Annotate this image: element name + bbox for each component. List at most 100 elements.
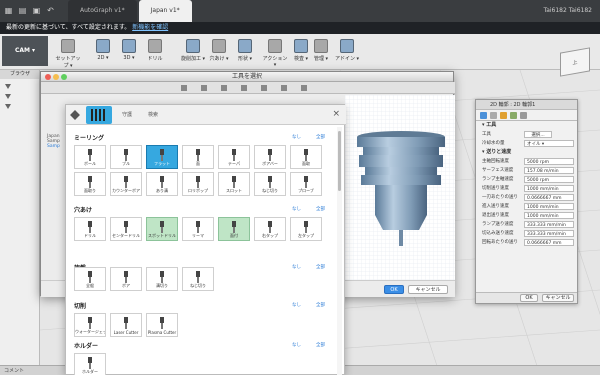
select-all-link[interactable]: 全部	[316, 302, 325, 308]
shape-tool[interactable]: 形状 ▾	[232, 37, 258, 67]
tab-search[interactable]: 検索	[144, 105, 162, 125]
select-all-link[interactable]: 全部	[316, 134, 325, 140]
tool-type-cell[interactable]: あり溝	[146, 172, 178, 196]
undo-icon[interactable]: ↶	[46, 6, 55, 15]
expand-icon[interactable]	[5, 94, 11, 99]
feed-row-value[interactable]: 0.0666667 mm	[524, 194, 574, 201]
tool-type-cell[interactable]: センタードリル	[110, 217, 142, 241]
filter-icon[interactable]	[70, 110, 80, 120]
hole-tool[interactable]: 穴あけ ▾	[206, 37, 232, 67]
tool-type-cell[interactable]: スロット	[218, 172, 250, 196]
apps-grid-icon[interactable]: ▦	[4, 6, 13, 15]
tool-tab-icon[interactable]	[480, 112, 487, 119]
tool-type-cell[interactable]: フラット	[146, 145, 178, 169]
cancel-button[interactable]: キャンセル	[542, 294, 574, 302]
feed-row-value[interactable]: 1000 mm/min	[524, 185, 574, 192]
select-all-link[interactable]: 全部	[316, 206, 325, 212]
tool-type-cell[interactable]: ボア	[110, 267, 142, 291]
tool-icon	[160, 176, 164, 188]
feed-row-value[interactable]: 5000 rpm	[524, 176, 574, 183]
tab-guard[interactable]: 守護	[118, 105, 136, 125]
tool-select-button[interactable]: 選択...	[524, 131, 552, 138]
select-all-link[interactable]: 全部	[316, 342, 325, 348]
tool-type-filter[interactable]	[86, 106, 112, 124]
addins-tool[interactable]: アドイン ▾	[334, 37, 360, 67]
feed-section[interactable]: ▾ 送りと速度	[476, 148, 577, 157]
sheet-scrollbar[interactable]	[337, 127, 342, 375]
tool-type-cell[interactable]: 面取り	[74, 172, 106, 196]
drill-tool[interactable]: ドリル	[142, 37, 168, 67]
tool-type-cell[interactable]: 全般	[74, 267, 106, 291]
ok-button[interactable]: OK	[520, 294, 538, 302]
library-item[interactable]: Samp	[47, 144, 65, 149]
2d-tool[interactable]: 2D ▾	[90, 37, 116, 67]
tool-type-cell[interactable]: ドリル	[74, 217, 106, 241]
tool-type-cell[interactable]: Laser Cutter	[110, 313, 142, 337]
zoom-icon[interactable]	[61, 74, 67, 80]
feed-row-label: 進入送り速度	[482, 204, 509, 209]
tool-type-cell[interactable]: ホルダー	[74, 353, 106, 375]
feed-row-value[interactable]: 1000 mm/min	[524, 212, 574, 219]
3d-icon	[122, 39, 136, 53]
heights-tab-icon[interactable]	[500, 112, 507, 119]
coolant-dropdown[interactable]: オイル ▾	[524, 140, 574, 147]
save-icon[interactable]: ▣	[32, 6, 41, 15]
feed-row-value[interactable]: 5000 rpm	[524, 158, 574, 165]
select-none-link[interactable]: なし	[292, 302, 301, 308]
tool-type-cell[interactable]: 溝切り	[146, 267, 178, 291]
tool-type-cell[interactable]: 面取	[290, 145, 322, 169]
tool-type-cell[interactable]: 右タップ	[254, 217, 286, 241]
select-none-link[interactable]: なし	[292, 134, 301, 140]
feed-row-value[interactable]: 333.333 mm/min	[524, 230, 574, 237]
tab-japan[interactable]: Japan v1*	[138, 0, 192, 22]
manage-tool[interactable]: 管理 ▾	[308, 37, 334, 67]
tool-type-cell[interactable]: 面	[182, 145, 214, 169]
tool-type-cell[interactable]: Plasma Cutter	[146, 313, 178, 337]
tool-type-cell[interactable]: ボアバー	[254, 145, 286, 169]
turning-tool[interactable]: 旋削加工 ▾	[180, 37, 206, 67]
tool-type-cell[interactable]: ねじ切り	[182, 267, 214, 291]
tool-type-cell[interactable]: ブル	[110, 145, 142, 169]
dialog-ok-button[interactable]: OK	[384, 285, 404, 294]
linking-tab-icon[interactable]	[520, 112, 527, 119]
category-label: 切削	[74, 303, 87, 310]
workspace-switcher[interactable]: CAM ▾	[2, 36, 48, 66]
expand-icon[interactable]	[5, 84, 11, 89]
tool-type-cell[interactable]: スポットドリル	[146, 217, 178, 241]
tool-type-cell[interactable]: カウンターボア	[110, 172, 142, 196]
close-icon[interactable]	[45, 74, 51, 80]
3d-tool[interactable]: 3D ▾	[116, 37, 142, 67]
tool-type-cell[interactable]: ねじ切り	[254, 172, 286, 196]
feed-row-value[interactable]: 333.333 mm/min	[524, 221, 574, 228]
tool-type-cell[interactable]: ボール	[74, 145, 106, 169]
geometry-tab-icon[interactable]	[490, 112, 497, 119]
passes-tab-icon[interactable]	[510, 112, 517, 119]
feed-row-value[interactable]: 1000 mm/min	[524, 203, 574, 210]
select-none-link[interactable]: なし	[292, 342, 301, 348]
action-tool[interactable]: アクション ▾	[262, 37, 288, 68]
shape-label: 形状 ▾	[237, 56, 253, 62]
tool-type-cell[interactable]: ロリポップ	[182, 172, 214, 196]
tool-type-cell[interactable]: プローブ	[290, 172, 322, 196]
expand-icon[interactable]	[5, 104, 11, 109]
select-none-link[interactable]: なし	[292, 206, 301, 212]
minimize-icon[interactable]	[53, 74, 59, 80]
close-icon[interactable]: ×	[332, 109, 340, 119]
tool-section[interactable]: ▾ 工具	[476, 121, 577, 130]
tool-type-cell[interactable]: 左タップ	[290, 217, 322, 241]
user-name[interactable]: Tai6182 Tai6182	[544, 0, 592, 22]
tool-type-label: ドリル	[84, 233, 96, 238]
dialog-cancel-button[interactable]: キャンセル	[408, 285, 448, 294]
tab-autograph[interactable]: AutoGraph v1*	[68, 0, 137, 22]
whats-new-link[interactable]: 新機能を確認	[132, 24, 168, 31]
tool-type-cell[interactable]: 面付	[218, 217, 250, 241]
feed-row-value[interactable]: 157.08 m/min	[524, 167, 574, 174]
feed-row-value[interactable]: 0.0666667 mm	[524, 239, 574, 246]
tool-type-cell[interactable]: リーマ	[182, 217, 214, 241]
file-icon[interactable]: ▤	[18, 6, 27, 15]
tool-type-cell[interactable]: ウォータージェット	[74, 313, 106, 337]
tool-type-cell[interactable]: テーパ	[218, 145, 250, 169]
tool-icon	[124, 271, 128, 283]
browser-header[interactable]: ブラウザ	[0, 70, 39, 79]
setup-tool[interactable]: セットアップ ▾	[55, 37, 81, 69]
